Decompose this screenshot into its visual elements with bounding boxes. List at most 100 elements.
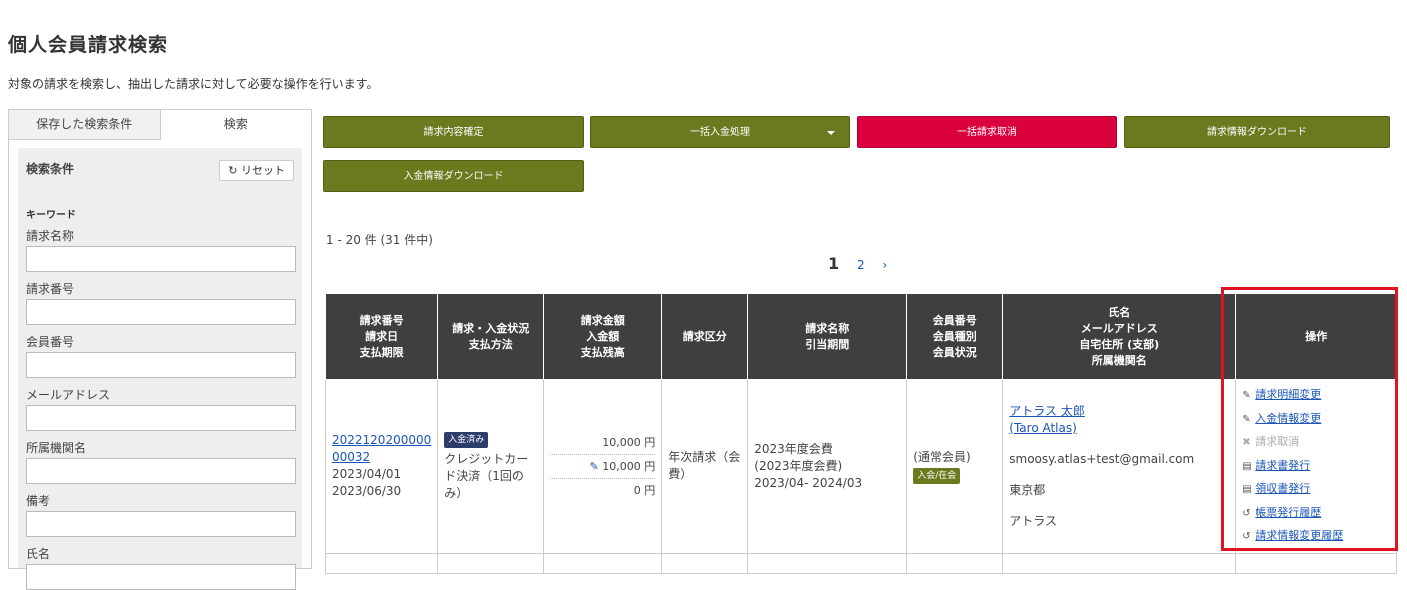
next-page-link[interactable]: › bbox=[882, 258, 887, 272]
header-amount[interactable]: 請求金額 入金額 支払残高 bbox=[543, 293, 663, 380]
empty-cell bbox=[906, 552, 1004, 574]
header-line: 支払残高 bbox=[580, 345, 625, 359]
invoice-number-link[interactable]: 2022120200000 00032 bbox=[332, 433, 431, 464]
bulk-cancel-button[interactable]: 一括請求取消 bbox=[857, 116, 1117, 148]
full-name-input[interactable] bbox=[26, 564, 296, 590]
member-name: アトラス 太郎 bbox=[1009, 403, 1085, 418]
header-invoice[interactable]: 請求番号 請求日 支払期限 bbox=[324, 293, 439, 380]
invoice-number-input[interactable] bbox=[26, 299, 296, 325]
empty-cell bbox=[661, 552, 749, 574]
member-type: (通常会員) bbox=[913, 449, 971, 464]
header-status[interactable]: 請求・入金状況 支払方法 bbox=[437, 293, 545, 380]
header-line: 引当期間 bbox=[805, 337, 850, 351]
op-label: 帳票発行履歴 bbox=[1255, 505, 1322, 519]
form-history-link[interactable]: ↺ 帳票発行履歴 bbox=[1242, 502, 1390, 526]
pencil-icon: ✎ bbox=[1242, 390, 1251, 401]
member-organization: アトラス bbox=[1009, 513, 1058, 528]
document-icon: ▤ bbox=[1242, 460, 1252, 472]
header-billing-name[interactable]: 請求名称 引当期間 bbox=[747, 293, 908, 380]
results-table: 請求番号 請求日 支払期限 請求・入金状況 支払方法 請求金額 入金額 支払残高… bbox=[324, 293, 1398, 574]
organization-input[interactable] bbox=[26, 458, 296, 484]
cell-category: 年次請求（会費） bbox=[661, 379, 749, 554]
pencil-icon[interactable]: ✎ bbox=[590, 460, 599, 473]
cancel-billing-disabled: ✖ 請求取消 bbox=[1242, 431, 1390, 455]
invoice-date: 2023/04/01 bbox=[332, 467, 402, 482]
member-name-en: (Taro Atlas) bbox=[1009, 420, 1077, 435]
header-line: 会員種別 bbox=[932, 329, 977, 343]
empty-cell bbox=[747, 552, 908, 574]
op-label: 請求書発行 bbox=[1255, 458, 1311, 472]
member-address: 東京都 bbox=[1009, 482, 1046, 497]
header-member[interactable]: 会員番号 会員種別 会員状況 bbox=[906, 293, 1004, 380]
header-line: 請求・入金状況 bbox=[452, 321, 530, 335]
issue-invoice-link[interactable]: ▤ 請求書発行 bbox=[1242, 455, 1390, 479]
op-label: 請求明細変更 bbox=[1255, 388, 1322, 401]
billing-name-input[interactable] bbox=[26, 246, 296, 272]
header-person[interactable]: 氏名 メールアドレス 自宅住所 (支部) 所属機関名 bbox=[1002, 293, 1237, 380]
empty-cell bbox=[1235, 552, 1398, 574]
remarks-input[interactable] bbox=[26, 511, 296, 537]
header-line: 所属機関名 bbox=[1091, 353, 1147, 367]
header-line: 請求番号 bbox=[359, 313, 404, 327]
reset-button[interactable]: ↻ リセット bbox=[219, 160, 294, 181]
organization-label: 所属機関名 bbox=[26, 441, 87, 455]
empty-cell bbox=[543, 552, 663, 574]
page-2-link[interactable]: 2 bbox=[857, 258, 865, 272]
op-label: 請求情報変更履歴 bbox=[1255, 529, 1344, 542]
cell-person: アトラス 太郎 (Taro Atlas) smoosy.atlas+test@gm… bbox=[1002, 379, 1237, 554]
cell-operations: ✎ 請求明細変更 ✎ 入金情報変更 ✖ 請求取消 ▤ 請求書発行 ▤ 領収書発行 ↺ 帳票発… bbox=[1235, 379, 1398, 554]
cell-member: (通常会員) 入会/在会 bbox=[906, 379, 1004, 554]
header-category[interactable]: 請求区分 bbox=[661, 293, 749, 380]
edit-detail-link[interactable]: ✎ 請求明細変更 bbox=[1242, 384, 1390, 408]
member-number-input[interactable] bbox=[26, 352, 296, 378]
download-payment-button[interactable]: 入金情報ダウンロード bbox=[323, 160, 584, 192]
header-line: 入金額 bbox=[586, 329, 620, 343]
table-header-row: 請求番号 請求日 支払期限 請求・入金状況 支払方法 請求金額 入金額 支払残高… bbox=[324, 293, 1398, 380]
reset-label: リセット bbox=[241, 164, 285, 177]
header-line: 会員番号 bbox=[932, 313, 977, 327]
empty-cell bbox=[324, 552, 439, 574]
member-number-label: 会員番号 bbox=[26, 335, 75, 349]
result-count: 1 - 20 件 (31 件中) bbox=[326, 233, 433, 247]
current-page: 1 bbox=[828, 254, 840, 273]
header-operations: 操作 bbox=[1235, 293, 1398, 380]
edit-payment-link[interactable]: ✎ 入金情報変更 bbox=[1242, 408, 1390, 432]
cell-invoice: 2022120200000 00032 2023/04/01 2023/06/3… bbox=[324, 379, 439, 554]
op-label: 請求取消 bbox=[1255, 435, 1300, 448]
op-label: 入金情報変更 bbox=[1255, 411, 1322, 425]
header-line: 支払期限 bbox=[359, 345, 404, 359]
member-name-link[interactable]: アトラス 太郎 (Taro Atlas) bbox=[1009, 404, 1085, 435]
paid-amount: 10,000 円 bbox=[602, 459, 656, 473]
confirm-billing-button[interactable]: 請求内容確定 bbox=[323, 116, 584, 148]
pencil-icon: ✎ bbox=[1242, 413, 1251, 425]
conditions-title: 検索条件 bbox=[26, 162, 75, 176]
header-line: 操作 bbox=[1305, 329, 1328, 343]
document-icon: ▤ bbox=[1242, 484, 1252, 495]
email-input[interactable] bbox=[26, 405, 296, 431]
pagination: 1 2 › bbox=[828, 254, 887, 273]
issue-receipt-link[interactable]: ▤ 領収書発行 bbox=[1242, 478, 1390, 502]
header-line: 自宅住所 (支部) bbox=[1079, 337, 1160, 351]
bulk-payment-button[interactable]: 一括入金処理 bbox=[590, 116, 850, 148]
download-billing-button[interactable]: 請求情報ダウンロード bbox=[1124, 116, 1390, 148]
change-history-link[interactable]: ↺ 請求情報変更履歴 bbox=[1242, 525, 1390, 549]
keyword-label: キーワード bbox=[26, 210, 76, 221]
header-line: 支払方法 bbox=[468, 337, 513, 351]
header-line: 請求日 bbox=[365, 329, 399, 343]
email-label: メールアドレス bbox=[26, 388, 111, 402]
search-conditions: 検索条件 ↻ リセット キーワード 請求名称 請求番号 会員番号 メールアドレス… bbox=[18, 148, 302, 590]
search-panel-tabs: 保存した検索条件 検索 bbox=[9, 110, 311, 140]
header-line: 会員状況 bbox=[932, 345, 977, 359]
reset-icon: ↻ bbox=[228, 164, 238, 177]
tab-saved-conditions[interactable]: 保存した検索条件 bbox=[9, 110, 160, 140]
tab-search[interactable]: 検索 bbox=[159, 110, 311, 140]
cell-billing-name: 2023年度会費 (2023年度会費) 2023/04- 2024/03 bbox=[747, 379, 908, 554]
close-icon: ✖ bbox=[1242, 437, 1251, 448]
header-line: メールアドレス bbox=[1080, 321, 1158, 335]
empty-cell bbox=[437, 552, 545, 574]
full-name-label: 氏名 bbox=[26, 547, 51, 561]
due-date: 2023/06/30 bbox=[332, 484, 402, 499]
remarks-label: 備考 bbox=[26, 494, 51, 508]
payment-method: クレジットカード決済（1回のみ） bbox=[444, 452, 529, 501]
search-panel: 保存した検索条件 検索 検索条件 ↻ リセット キーワード 請求名称 請求番号 … bbox=[8, 109, 312, 590]
